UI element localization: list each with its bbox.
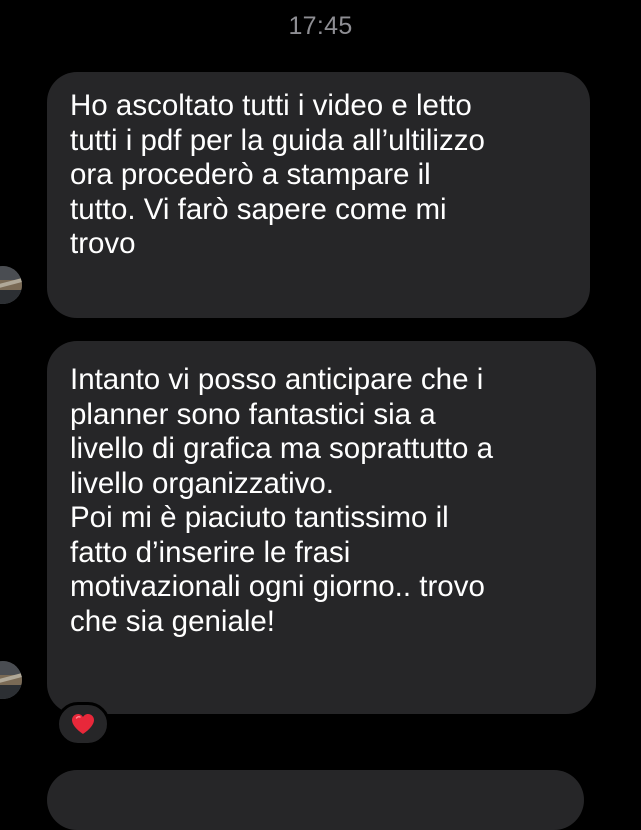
message-bubble[interactable] — [47, 770, 584, 830]
message-line: Intanto vi posso anticipare che i — [70, 363, 484, 396]
message-line: livello organizzativo. — [70, 466, 334, 500]
message-line: trovo — [70, 227, 136, 260]
message-bubble[interactable]: Ho ascoltato tutti i video e letto tutti… — [47, 72, 590, 318]
message-line: livello di grafica ma soprattutto a — [70, 432, 494, 465]
avatar-photo-icon — [0, 266, 22, 304]
message-line: motivazionali ogni giorno.. trovo — [70, 570, 485, 603]
timestamp: 17:45 — [288, 12, 353, 40]
avatar[interactable] — [0, 266, 22, 304]
avatar-photo-icon — [0, 661, 22, 699]
message-line: planner sono fantastici sia a — [70, 397, 436, 431]
message-bubble[interactable]: Intanto vi posso anticipare che i planne… — [47, 341, 596, 714]
message-line: tutti i pdf per la guida all’ultilizzo — [70, 123, 485, 157]
message-line: che sia geniale! — [70, 604, 276, 638]
message-line: tutto. Vi farò sapere come mi — [70, 192, 447, 226]
reaction-badge[interactable] — [56, 702, 110, 746]
heart-icon — [72, 714, 94, 734]
message-line: Ho ascoltato tutti i video e letto — [70, 89, 472, 122]
avatar[interactable] — [0, 661, 22, 699]
message-line: Poi mi è piaciuto tantissimo il — [70, 501, 449, 534]
message-line: fatto d’inserire le frasi — [70, 535, 351, 569]
message-line: ora procederò a stampare il — [70, 158, 431, 191]
